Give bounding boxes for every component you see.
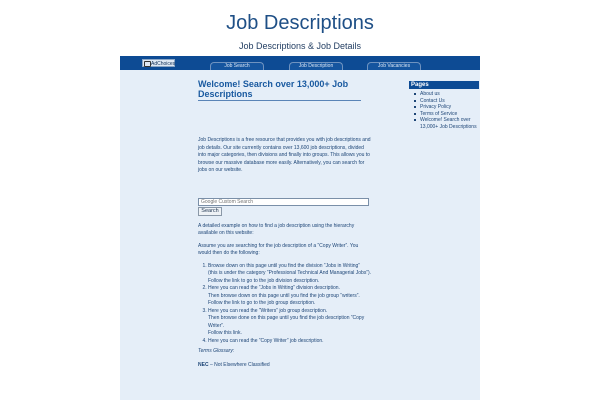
glossary-definition: – Not Elsewhere Classified xyxy=(208,361,270,368)
search-form: Search xyxy=(198,197,372,216)
search-button[interactable]: Search xyxy=(198,206,222,216)
glossary-entry: NEC – Not Elsewhere Classified xyxy=(198,362,372,370)
sidebar-item-label: Contact Us xyxy=(420,97,445,104)
bullet-icon xyxy=(414,119,416,121)
sidebar-heading: Pages xyxy=(409,81,479,89)
page-title: Welcome! Search over 13,000+ Job Descrip… xyxy=(198,79,361,101)
step-3-line-1: Here you can read the “Writers” job grou… xyxy=(208,307,328,314)
bullet-icon xyxy=(414,112,416,115)
bullet-icon xyxy=(414,99,416,102)
step-2-line-1: Here you can read the “Jobs in Writing” … xyxy=(208,285,340,291)
list-item: Here you can read the “Writers” job grou… xyxy=(208,308,372,338)
list-item: Here you can read the “Jobs in Writing” … xyxy=(208,285,372,308)
tab-job-description[interactable]: Job Description xyxy=(289,62,343,70)
step-1-line-1: Browse down on this page until you find … xyxy=(208,262,360,269)
step-3-line-3: Follow this link. xyxy=(208,330,242,336)
adchoices-icon xyxy=(144,61,151,67)
sidebar-item-label: Terms of Service xyxy=(420,110,458,117)
tab-job-search[interactable]: Job Search xyxy=(210,62,264,70)
site-tagline: Job Descriptions & Job Details xyxy=(238,41,362,51)
example-paragraph: A detailed example on how to find a job … xyxy=(198,222,355,237)
main-content: Welcome! Search over 13,000+ Job Descrip… xyxy=(198,79,372,370)
page-body: Welcome! Search over 13,000+ Job Descrip… xyxy=(120,70,480,400)
sidebar-item-welcome[interactable]: Welcome! Search over 13,000+ Job Descrip… xyxy=(409,117,479,130)
adchoices-label: AdChoices xyxy=(151,61,176,67)
step-1-line-3: Follow the link to go to the job divisio… xyxy=(208,277,320,284)
sidebar-item-label: Welcome! Search over 13,000+ Job Descrip… xyxy=(420,117,477,130)
sidebar-item-label: About us xyxy=(420,91,440,97)
list-item: Here you can read the “Copy Writer” job … xyxy=(208,338,372,346)
steps-list: Browse down on this page until you find … xyxy=(198,263,372,346)
adchoices-button[interactable]: AdChoices xyxy=(142,59,175,67)
assume-paragraph: Assume you are searching for the job des… xyxy=(198,242,359,257)
main-navigation: AdChoices Job Search Job Description Job… xyxy=(120,56,480,70)
step-4-line-1: Here you can read the “Copy Writer” job … xyxy=(208,337,324,344)
search-input[interactable] xyxy=(198,197,369,206)
list-item: Browse down on this page until you find … xyxy=(208,263,372,286)
intro-paragraph: Job Descriptions is a free resource that… xyxy=(198,137,371,173)
step-2-line-2: Then browse down on this page until you … xyxy=(208,292,360,299)
site-title[interactable]: Job Descriptions xyxy=(0,12,600,35)
step-1-line-2: (this is under the category “Professiona… xyxy=(208,270,372,276)
step-3-line-2: Then browse done on this page until you … xyxy=(208,315,365,329)
sidebar-list: About us Contact Us Privacy Policy Terms… xyxy=(409,91,479,130)
bullet-icon xyxy=(414,106,416,108)
bullet-icon xyxy=(414,93,416,95)
glossary-term: NEC xyxy=(198,361,209,368)
sidebar: Pages About us Contact Us Privacy Policy… xyxy=(409,81,479,130)
glossary-title: Terms Glossary: xyxy=(198,348,235,354)
step-2-line-3: Follow the link to go to the job group d… xyxy=(208,300,316,306)
sidebar-item-label: Privacy Policy xyxy=(420,104,452,110)
site-header: Job Descriptions Job Descriptions & Job … xyxy=(0,0,600,56)
tab-job-vacancies[interactable]: Job Vacancies xyxy=(367,62,421,70)
